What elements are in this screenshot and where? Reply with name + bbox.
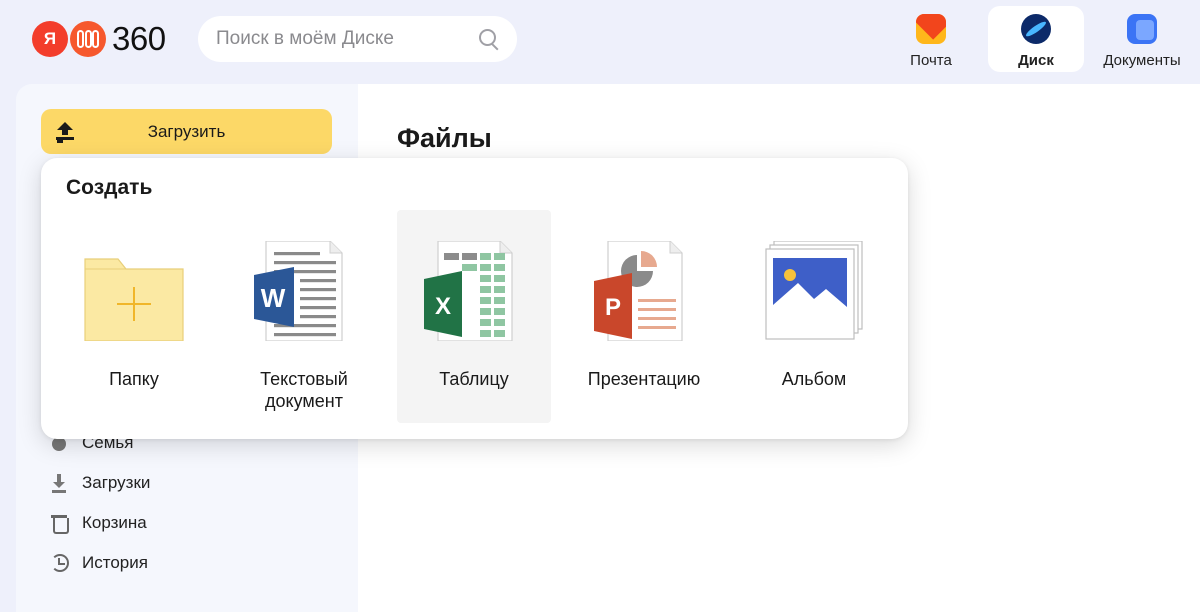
app-label-disk: Диск <box>1018 52 1054 69</box>
download-icon <box>50 473 70 493</box>
trash-icon <box>50 513 70 534</box>
mail-icon <box>916 14 946 44</box>
page-title: Файлы <box>397 123 492 153</box>
folder-icon <box>84 258 184 341</box>
app-label-mail: Почта <box>910 52 952 69</box>
svg-text:P: P <box>605 294 621 321</box>
upload-icon-base <box>56 137 74 140</box>
yandex-360-logo[interactable]: Я 360 <box>32 20 166 57</box>
logo-text: 360 <box>112 20 166 57</box>
create-album-button[interactable]: Альбом <box>737 210 891 423</box>
sidebar-item-label: Загрузки <box>82 473 151 492</box>
create-item-label: Текстовый документ <box>260 369 348 411</box>
create-spreadsheet-button[interactable]: X Таблицу <box>397 210 551 423</box>
word-document-icon: W <box>254 241 343 341</box>
create-item-label: Презентацию <box>587 369 701 389</box>
photo-album-icon <box>765 241 863 340</box>
search-icon[interactable] <box>477 27 501 51</box>
app-label-documents: Документы <box>1103 52 1181 69</box>
sidebar-item-label: История <box>82 553 148 572</box>
svg-text:X: X <box>435 293 451 320</box>
sidebar-item-history[interactable]: История <box>50 550 148 576</box>
create-item-label: Таблицу <box>439 369 509 389</box>
powerpoint-presentation-icon: P <box>594 241 683 341</box>
disk-icon <box>1021 14 1051 44</box>
create-text-document-button[interactable]: W Текстовый документ <box>227 210 381 423</box>
rings-logo-icon <box>70 21 106 57</box>
create-popup-title: Создать <box>66 176 153 199</box>
upload-button[interactable]: Загрузить <box>41 109 332 154</box>
create-folder-button[interactable]: Папку <box>57 210 211 423</box>
sidebar-item-downloads[interactable]: Загрузки <box>50 470 150 496</box>
app-switcher-disk[interactable]: Диск <box>988 6 1084 72</box>
excel-spreadsheet-icon: X <box>424 241 513 341</box>
app-switcher-documents[interactable]: Документы <box>1094 6 1190 72</box>
search-input[interactable]: Поиск в моём Диске <box>216 28 477 50</box>
history-icon <box>50 553 70 573</box>
create-item-label: Папку <box>109 369 159 389</box>
sidebar-item-label: Корзина <box>82 513 147 532</box>
app-switcher-mail[interactable]: Почта <box>888 6 974 72</box>
yandex-logo-mark: Я <box>32 21 68 57</box>
search-box[interactable]: Поиск в моём Диске <box>198 16 517 62</box>
create-presentation-button[interactable]: P Презентацию <box>567 210 721 423</box>
create-item-label: Альбом <box>781 369 847 389</box>
upload-button-label: Загрузить <box>147 121 226 141</box>
svg-text:W: W <box>261 283 286 313</box>
sidebar-item-trash[interactable]: Корзина <box>50 510 147 536</box>
top-header: Я 360 Поиск в моём Диске Почта Диск Доку… <box>0 0 1200 84</box>
create-popup: Создать Папку W Текстовый документ X Таб… <box>41 158 908 439</box>
docs-icon <box>1127 14 1157 44</box>
